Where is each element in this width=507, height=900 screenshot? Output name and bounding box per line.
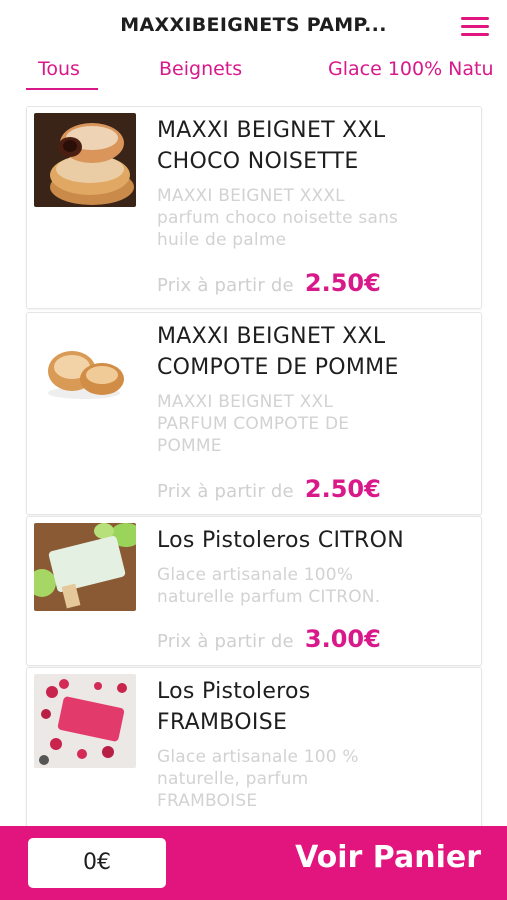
raspberry-popsicle-image [34, 674, 136, 768]
chocolate-doughnut-image [34, 113, 136, 207]
price-row: Prix à partir de 2.50€ [157, 475, 381, 503]
price-value: 3.00€ [304, 625, 381, 653]
cart-footer: 0€ Voir Panier [0, 826, 507, 900]
price-label: Prix à partir de [157, 631, 294, 652]
product-info: MAXXI BEIGNET XXL CHOCO NOISETTE MAXXI B… [157, 115, 469, 251]
lemon-popsicle-image [34, 523, 136, 611]
apple-doughnut-image [34, 319, 136, 413]
product-description: Glace artisanale 100% naturelle parfum C… [157, 565, 381, 607]
product-title: MAXXI BEIGNET XXL COMPOTE DE POMME [157, 324, 399, 380]
product-description: Glace artisanale 100 % naturelle, parfum… [157, 747, 359, 811]
product-info: Los Pistoleros FRAMBOISE Glace artisanal… [157, 676, 469, 812]
product-card-citron[interactable]: Los Pistoleros CITRON Glace artisanale 1… [26, 516, 482, 666]
active-tab-indicator [26, 88, 98, 90]
category-tabs: Tous Beignets Glace 100% Natu [0, 52, 507, 94]
price-value: 2.50€ [304, 269, 381, 297]
price-row: Prix à partir de 2.50€ [157, 269, 381, 297]
hamburger-menu-icon[interactable] [461, 17, 489, 39]
product-description: MAXXI BEIGNET XXXL parfum choco noisette… [157, 186, 399, 250]
page-title: MAXXIBEIGNETS PAMP... [120, 14, 387, 36]
product-info: Los Pistoleros CITRON Glace artisanale 1… [157, 525, 469, 608]
product-card-choco-noisette[interactable]: MAXXI BEIGNET XXL CHOCO NOISETTE MAXXI B… [26, 106, 482, 309]
price-label: Prix à partir de [157, 275, 294, 296]
product-title: Los Pistoleros CITRON [157, 528, 404, 553]
product-card-compote-pomme[interactable]: MAXXI BEIGNET XXL COMPOTE DE POMME MAXXI… [26, 312, 482, 515]
tab-beignets[interactable]: Beignets [159, 58, 242, 80]
product-info: MAXXI BEIGNET XXL COMPOTE DE POMME MAXXI… [157, 321, 469, 457]
price-row: Prix à partir de 3.00€ [157, 625, 381, 653]
view-cart-button[interactable]: Voir Panier [295, 840, 481, 875]
price-label: Prix à partir de [157, 481, 294, 502]
cart-total[interactable]: 0€ [28, 838, 166, 888]
product-description: MAXXI BEIGNET XXL PARFUM COMPOTE DE POMM… [157, 392, 350, 456]
price-value: 2.50€ [304, 475, 381, 503]
product-title: MAXXI BEIGNET XXL CHOCO NOISETTE [157, 118, 386, 174]
app-header: MAXXIBEIGNETS PAMP... [0, 0, 507, 52]
product-title: Los Pistoleros FRAMBOISE [157, 679, 311, 735]
tab-tous[interactable]: Tous [38, 58, 80, 80]
tab-glace[interactable]: Glace 100% Natu [328, 58, 494, 80]
